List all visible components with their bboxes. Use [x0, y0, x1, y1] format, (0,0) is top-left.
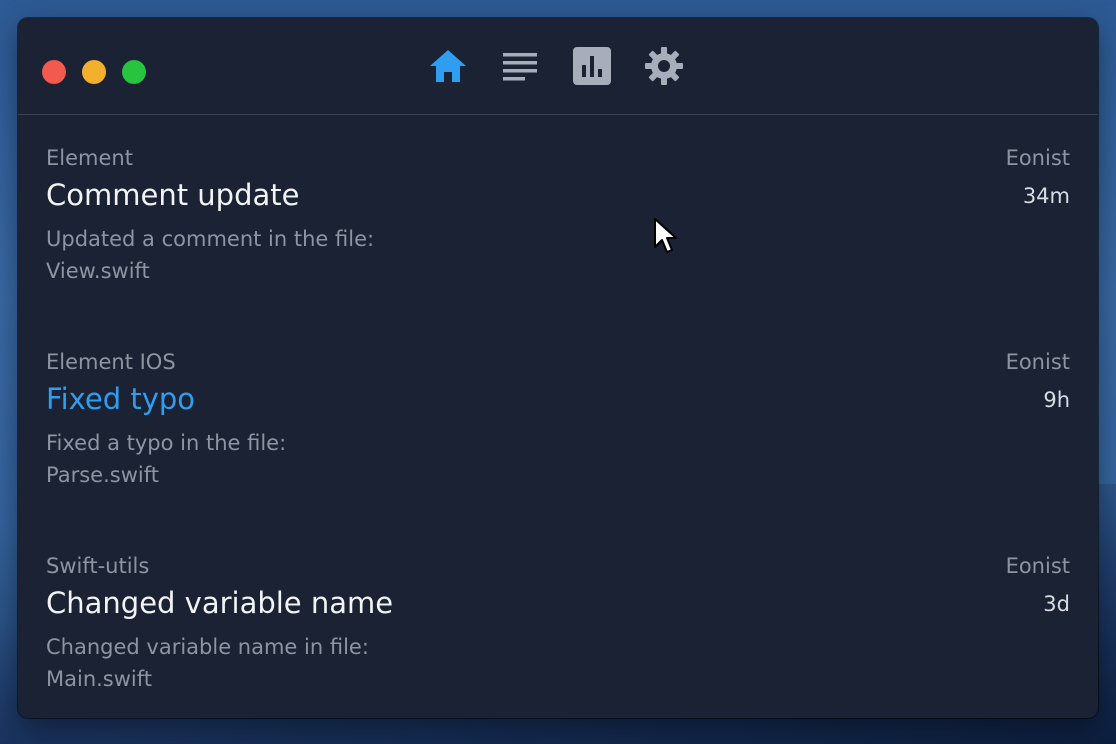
item-title[interactable]: Fixed typo — [46, 379, 1070, 419]
window-controls — [42, 60, 146, 84]
chart-icon — [573, 47, 611, 85]
titlebar — [18, 18, 1098, 115]
author-name: Eonist — [1005, 350, 1070, 374]
item-description: Updated a comment in the file: View.swif… — [46, 227, 375, 283]
author-name: Eonist — [1005, 554, 1070, 578]
author-name: Eonist — [1005, 146, 1070, 170]
feed-item[interactable]: Element Eonist Comment update 34m Update… — [46, 115, 1070, 319]
feed-item[interactable]: Swift-utils Eonist Changed variable name… — [46, 523, 1070, 718]
item-description: Fixed a typo in the file: Parse.swift — [46, 431, 287, 487]
maximize-button[interactable] — [122, 60, 146, 84]
list-tab[interactable] — [500, 46, 540, 86]
close-button[interactable] — [42, 60, 66, 84]
feed-item[interactable]: Element IOS Eonist Fixed typo 9h Fixed a… — [46, 319, 1070, 523]
item-time: 34m — [1022, 184, 1070, 208]
repo-name: Element — [46, 146, 133, 170]
item-title[interactable]: Changed variable name — [46, 583, 1070, 623]
item-title[interactable]: Comment update — [46, 175, 1070, 215]
repo-name: Swift-utils — [46, 554, 150, 578]
repo-name: Element IOS — [46, 350, 176, 374]
app-window: Element Eonist Comment update 34m Update… — [18, 18, 1098, 718]
toolbar — [428, 46, 684, 86]
item-time: 9h — [1043, 388, 1070, 412]
settings-tab[interactable] — [644, 46, 684, 86]
activity-feed: Element Eonist Comment update 34m Update… — [18, 115, 1098, 718]
home-icon — [430, 50, 466, 82]
home-tab[interactable] — [428, 46, 468, 86]
mouse-cursor-icon — [654, 218, 677, 253]
item-time: 3d — [1043, 592, 1070, 616]
list-icon — [503, 53, 537, 81]
stats-tab[interactable] — [572, 46, 612, 86]
item-description: Changed variable name in file: Main.swif… — [46, 635, 369, 691]
minimize-button[interactable] — [82, 60, 106, 84]
gear-icon — [645, 47, 683, 85]
